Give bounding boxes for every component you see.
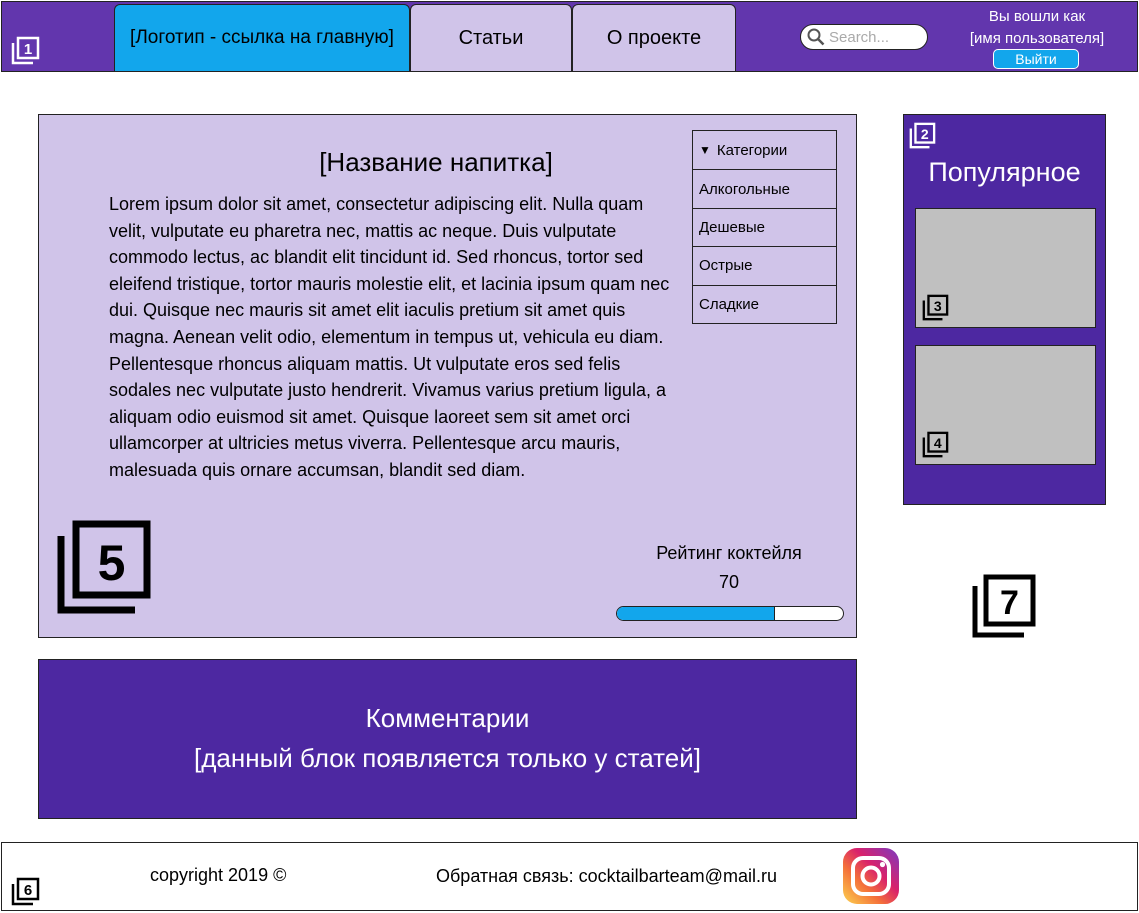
badge-2-icon: 2 [909,122,936,149]
username: [имя пользователя] [969,30,1105,47]
categories-dropdown[interactable]: ▼ Категории [693,131,836,169]
badge-number: 5 [98,535,126,591]
badge-3-icon: 3 [922,294,949,321]
dropdown-triangle-icon: ▼ [699,143,711,158]
badge-number: 3 [934,298,942,314]
popular-card[interactable]: 3 [915,208,1096,328]
logged-in-label: Вы вошли как [988,8,1086,25]
instagram-icon [843,848,899,904]
header-bar: 1 [Логотип - ссылка на главную] Статьи О… [1,1,1138,72]
section-badge-icon: 4 [921,431,949,459]
section-badge-icon: 2 [908,122,936,150]
search-icon [807,28,825,46]
badge-7-icon: 7 [972,574,1036,638]
badge-1-icon: 1 [11,36,40,65]
categories-header: Категории [716,141,788,159]
section-badge-icon: 6 [10,877,40,907]
badge-number: 1 [24,41,32,58]
feedback-email-link[interactable]: Обратная связь: cocktailbarteam@mail.ru [436,866,777,887]
categories-menu[interactable]: ▼ Категории Алкогольные Дешевые Острые С… [692,130,837,324]
section-badge-icon: 3 [921,294,949,322]
search-input[interactable] [829,28,919,46]
category-item-alcoholic[interactable]: Алкогольные [693,169,836,207]
logout-button[interactable]: Выйти [993,49,1079,69]
popular-card[interactable]: 4 [915,345,1096,465]
search-box[interactable] [800,24,928,50]
copyright-text: copyright 2019 © [150,865,287,885]
badge-4-icon: 4 [922,431,949,458]
category-item-cheap[interactable]: Дешевые [693,207,836,246]
instagram-link[interactable] [842,847,900,905]
badge-number: 2 [921,126,929,142]
comments-note: [данный блок появляется только у статей] [194,743,701,773]
badge-5-icon: 5 [57,520,151,614]
footer: 6 copyright 2019 © Обратная связь: cockt… [1,842,1138,911]
rating-value: 70 [718,572,740,592]
rating-label: Рейтинг коктейля [656,543,802,563]
section-badge-icon: 5 [57,520,151,614]
user-info: Вы вошли как [имя пользователя] [954,6,1120,50]
badge-number: 4 [934,435,942,451]
badge-6-icon: 6 [11,877,40,906]
logo-home-link[interactable]: [Логотип - ссылка на главную] [114,4,410,72]
badge-number: 7 [1000,584,1019,622]
comments-title: Комментарии [365,703,530,733]
popular-title: Популярное [928,157,1081,187]
section-badge-icon: 1 [10,36,40,66]
popular-sidebar: 2 Популярное 3 4 [903,114,1106,505]
tab-articles[interactable]: Статьи [410,4,572,72]
rating-progress-bar [616,606,844,621]
article-card: [Название напитка] Lorem ipsum dolor sit… [38,114,857,638]
category-item-spicy[interactable]: Острые [693,246,836,284]
category-item-sweet[interactable]: Сладкие [693,284,836,323]
section-badge-icon: 7 [972,574,1036,638]
badge-number: 6 [24,882,32,899]
rating-progress-fill [617,607,776,620]
tab-about[interactable]: О проекте [572,4,736,72]
comments-block: Комментарии [данный блок появляется толь… [38,659,857,819]
drink-title: [Название напитка] [319,147,553,177]
drink-description: Lorem ipsum dolor sit amet, consectetur … [109,194,670,480]
